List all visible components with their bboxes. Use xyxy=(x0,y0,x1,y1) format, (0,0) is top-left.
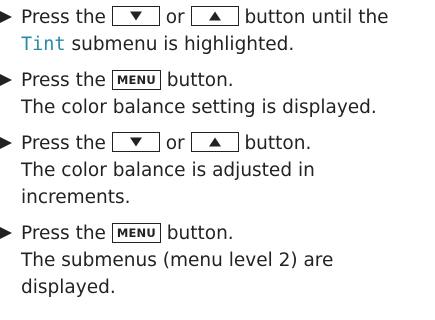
step-4-result-line-1: The submenus (menu level 2) are xyxy=(21,250,334,271)
menu-button-icon: MENU xyxy=(111,223,161,243)
step-4-line-1: Press the MENU button. xyxy=(21,220,234,247)
bullet-icon xyxy=(0,137,12,149)
step-2-line-1: Press the MENU button. xyxy=(21,67,234,94)
step-text: button. xyxy=(166,70,234,91)
step-text: or xyxy=(165,7,185,28)
up-arrow-button-icon xyxy=(190,132,239,152)
step-text: button. xyxy=(244,133,312,154)
step-text: or xyxy=(165,133,185,154)
step-3-line-1: Press the or button. xyxy=(21,130,311,157)
step-text: Press the xyxy=(21,70,106,91)
step-2-result: The color balance setting is displayed. xyxy=(21,97,377,118)
up-arrow-button-icon xyxy=(190,6,239,26)
step-3-result-line-1: The color balance is adjusted in xyxy=(21,160,315,181)
step-text: Press the xyxy=(21,133,106,154)
submenu-name: Tint xyxy=(21,34,66,55)
step-text: button until the xyxy=(244,7,389,28)
bullet-icon xyxy=(0,74,12,86)
step-text: Press the xyxy=(21,7,106,28)
step-text: Press the xyxy=(21,223,106,244)
down-arrow-button-icon xyxy=(111,132,160,152)
menu-button-icon: MENU xyxy=(111,70,161,90)
step-1-line-1: Press the or button until the xyxy=(21,4,389,31)
down-arrow-button-icon xyxy=(111,6,160,26)
step-text: button. xyxy=(166,223,234,244)
bullet-icon xyxy=(0,11,12,23)
step-text: submenu is highlighted. xyxy=(71,34,295,55)
bullet-icon xyxy=(0,227,12,239)
instruction-page: Press the or button until the Tint subme… xyxy=(0,0,435,320)
step-1-line-2: Tint submenu is highlighted. xyxy=(21,31,294,58)
step-4-result-line-2: displayed. xyxy=(21,277,116,298)
step-3-result-line-2: increments. xyxy=(21,187,131,208)
